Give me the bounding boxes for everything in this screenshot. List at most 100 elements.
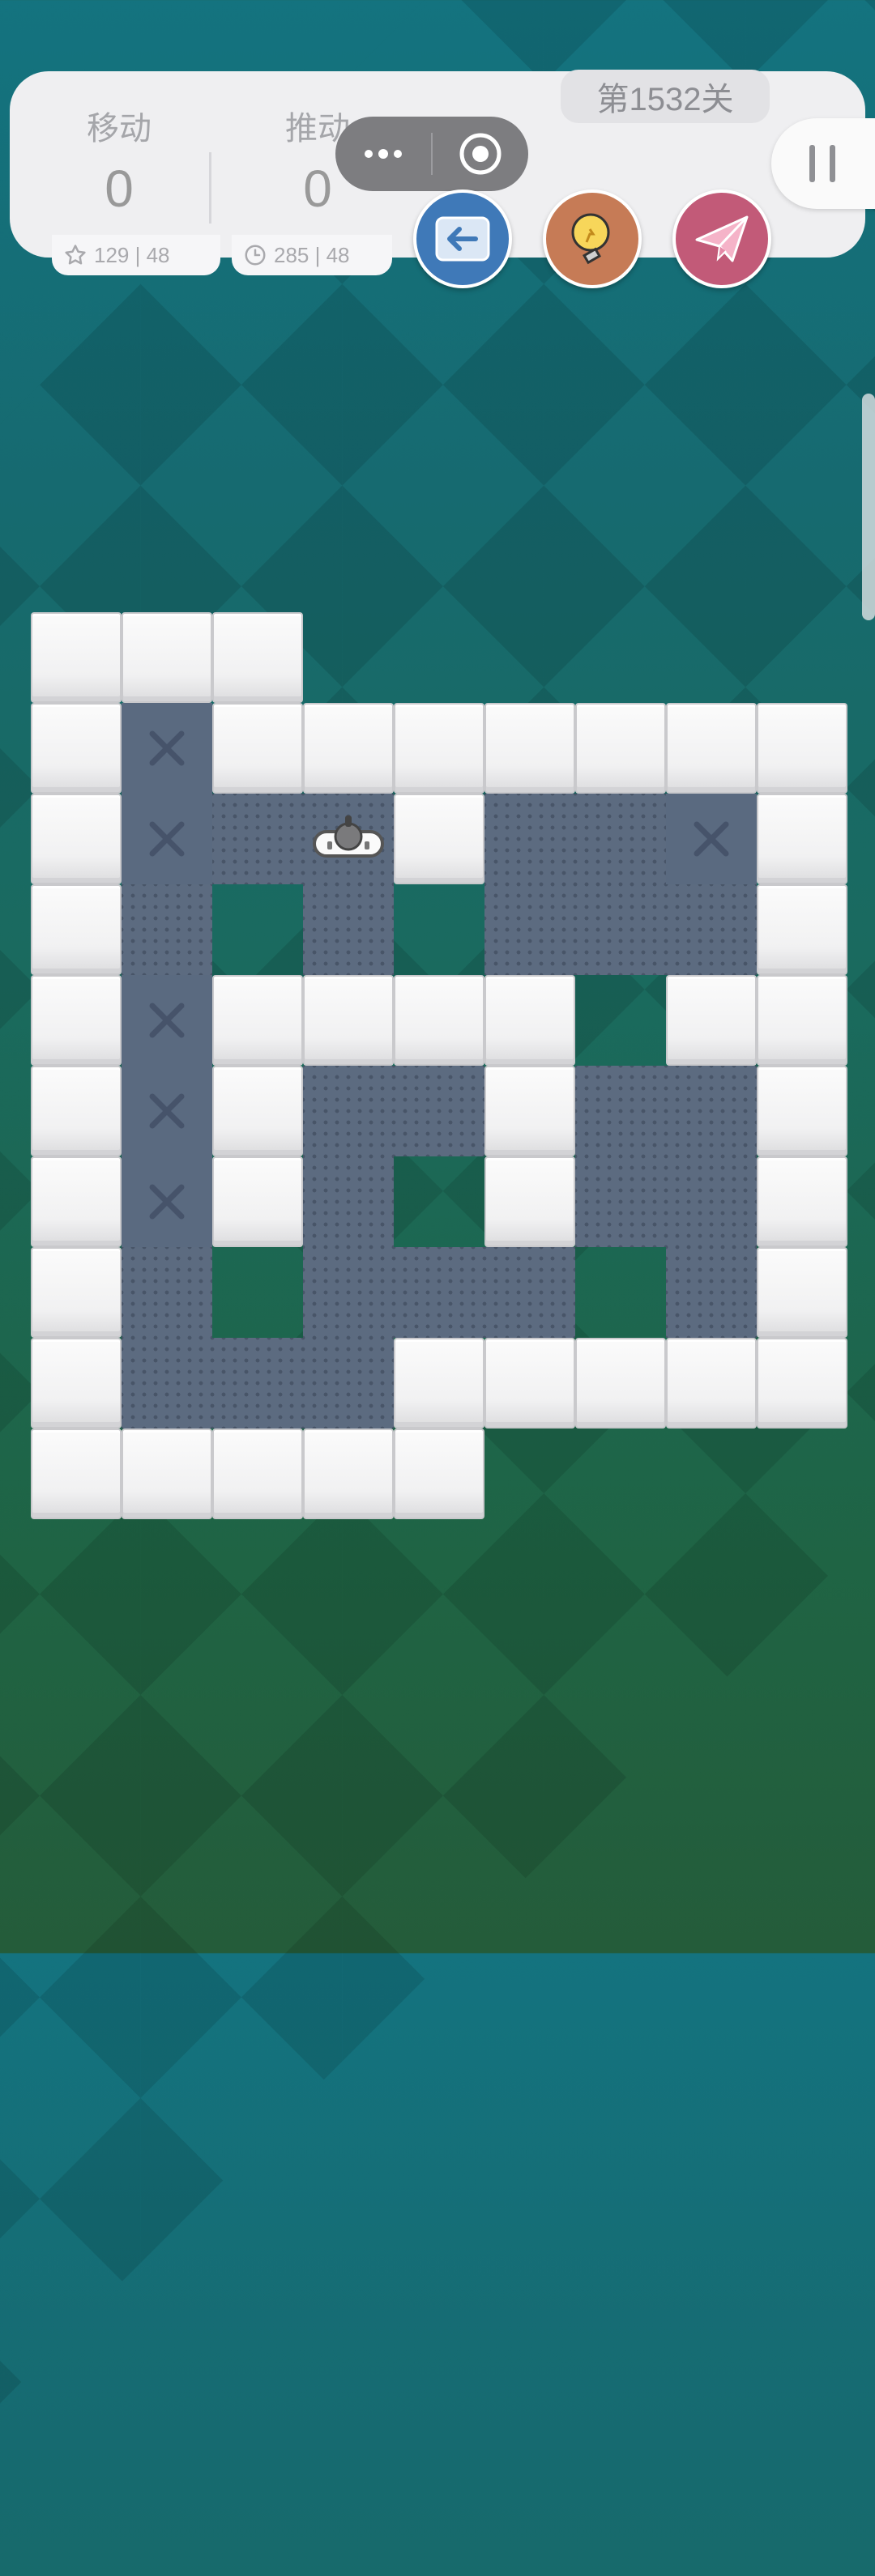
- target-circle-icon: [459, 133, 502, 175]
- best-moves-badge: 129 | 48: [52, 235, 220, 275]
- hud-divider: [209, 152, 211, 224]
- wall-tile: [757, 794, 847, 884]
- target-x-icon: [666, 794, 757, 884]
- scroll-indicator: [862, 394, 875, 620]
- wall-tile: [212, 612, 303, 703]
- wall-tile: [666, 975, 757, 1066]
- floor-tile[interactable]: [303, 1156, 394, 1247]
- wall-tile: [484, 703, 575, 794]
- floor-tile[interactable]: [484, 884, 575, 975]
- wall-tile: [757, 975, 847, 1066]
- wall-tile: [394, 703, 484, 794]
- best-time-badge: 285 | 48: [232, 235, 392, 275]
- wall-tile: [212, 1429, 303, 1519]
- wall-tile: [212, 1156, 303, 1247]
- floor-tile[interactable]: [303, 1247, 394, 1338]
- clock-icon: [245, 245, 266, 266]
- wall-tile: [484, 975, 575, 1066]
- wall-tile: [575, 1338, 666, 1429]
- target-x-icon: [122, 1156, 212, 1247]
- wall-tile: [31, 1338, 122, 1429]
- floor-tile[interactable]: [303, 884, 394, 975]
- target-x-icon: [122, 703, 212, 794]
- moves-value: 0: [105, 160, 134, 218]
- floor-tile[interactable]: [122, 1338, 212, 1429]
- moves-stat: 移动 0: [58, 102, 180, 219]
- wall-tile: [303, 703, 394, 794]
- pause-button[interactable]: [771, 118, 875, 209]
- target-tile[interactable]: [122, 1156, 212, 1247]
- target-x-icon: [122, 794, 212, 884]
- target-tile[interactable]: [122, 794, 212, 884]
- wall-tile: [394, 794, 484, 884]
- floor-tile[interactable]: [575, 884, 666, 975]
- floor-tile[interactable]: [666, 1066, 757, 1156]
- target-x-icon: [122, 1066, 212, 1156]
- floor-tile[interactable]: [666, 884, 757, 975]
- undo-arrow-icon: [435, 216, 490, 262]
- wall-tile: [575, 703, 666, 794]
- floor-tile[interactable]: [666, 1156, 757, 1247]
- star-icon: [65, 245, 86, 265]
- target-tile[interactable]: [666, 794, 757, 884]
- wall-tile: [757, 1156, 847, 1247]
- close-miniprogram-button[interactable]: [433, 131, 528, 177]
- wall-tile: [484, 1066, 575, 1156]
- wall-tile: [31, 794, 122, 884]
- pause-icon: [809, 145, 835, 182]
- wall-tile: [757, 884, 847, 975]
- share-button[interactable]: [672, 189, 771, 288]
- floor-tile[interactable]: [303, 794, 394, 884]
- wall-tile: [757, 1066, 847, 1156]
- floor-tile[interactable]: [122, 1247, 212, 1338]
- wall-tile: [757, 1247, 847, 1338]
- wall-tile: [757, 703, 847, 794]
- wall-tile: [212, 703, 303, 794]
- floor-tile[interactable]: [303, 1066, 394, 1156]
- floor-tile[interactable]: [575, 794, 666, 884]
- target-tile[interactable]: [122, 975, 212, 1066]
- floor-tile[interactable]: [394, 1066, 484, 1156]
- player-icon[interactable]: [303, 794, 394, 884]
- wall-tile: [122, 1429, 212, 1519]
- wall-tile: [31, 1247, 122, 1338]
- moves-label: 移动: [87, 111, 152, 147]
- target-tile[interactable]: [122, 1066, 212, 1156]
- more-button[interactable]: [335, 146, 431, 162]
- floor-tile[interactable]: [484, 1247, 575, 1338]
- hint-button[interactable]: [543, 189, 642, 288]
- sokoban-board[interactable]: [31, 612, 847, 1519]
- wall-tile: [31, 1156, 122, 1247]
- floor-tile[interactable]: [575, 1156, 666, 1247]
- best-time-text: 285 | 48: [274, 242, 350, 267]
- floor-tile[interactable]: [484, 794, 575, 884]
- wall-tile: [212, 1066, 303, 1156]
- target-tile[interactable]: [122, 703, 212, 794]
- wall-tile: [666, 703, 757, 794]
- wall-tile: [666, 1338, 757, 1429]
- wall-tile: [394, 1338, 484, 1429]
- wall-tile: [31, 884, 122, 975]
- wall-tile: [31, 612, 122, 703]
- more-dots-icon: [365, 149, 402, 159]
- wall-tile: [484, 1156, 575, 1247]
- wall-tile: [212, 975, 303, 1066]
- miniprogram-capsule: [335, 117, 528, 191]
- wall-tile: [484, 1338, 575, 1429]
- best-moves-text: 129 | 48: [94, 242, 170, 267]
- target-x-icon: [122, 975, 212, 1066]
- level-indicator: 第1532关: [561, 70, 770, 123]
- wall-tile: [303, 975, 394, 1066]
- wall-tile: [303, 1429, 394, 1519]
- floor-tile[interactable]: [394, 1247, 484, 1338]
- wall-tile: [31, 1429, 122, 1519]
- floor-tile[interactable]: [575, 1066, 666, 1156]
- wall-tile: [757, 1338, 847, 1429]
- wall-tile: [122, 612, 212, 703]
- floor-tile[interactable]: [303, 1338, 394, 1429]
- floor-tile[interactable]: [122, 884, 212, 975]
- floor-tile[interactable]: [212, 794, 303, 884]
- floor-tile[interactable]: [666, 1247, 757, 1338]
- floor-tile[interactable]: [212, 1338, 303, 1429]
- undo-button[interactable]: [413, 189, 512, 288]
